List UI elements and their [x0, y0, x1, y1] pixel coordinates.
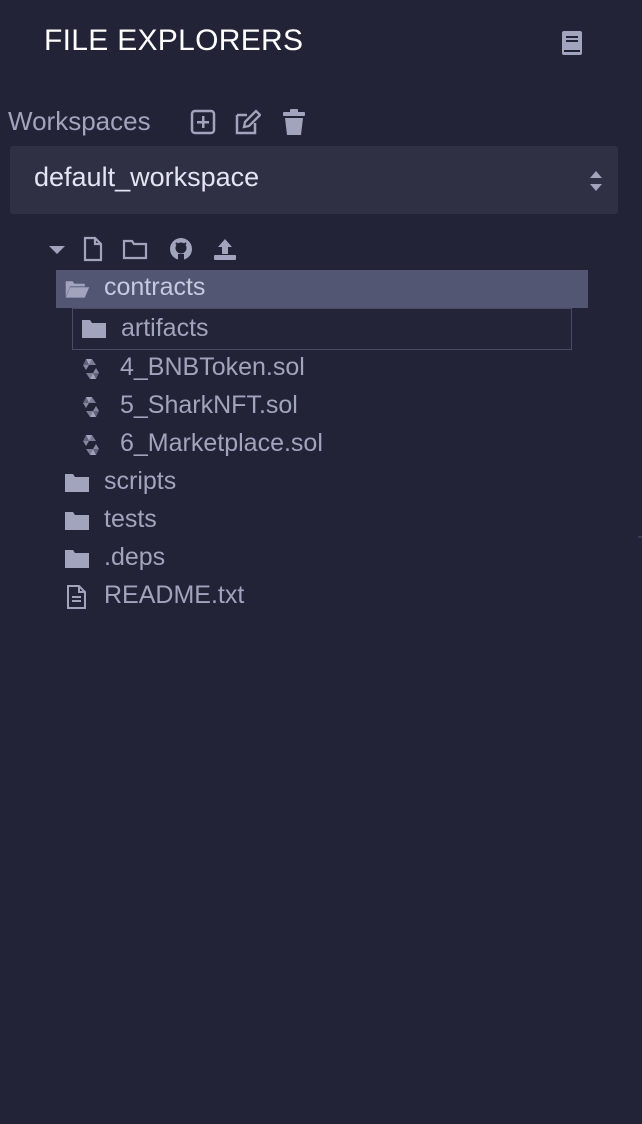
new-folder-icon[interactable] — [122, 236, 148, 262]
tree-label: 5_SharkNFT.sol — [120, 391, 298, 419]
tree-file-sol[interactable]: 5_SharkNFT.sol — [72, 388, 572, 426]
github-icon[interactable] — [168, 236, 194, 262]
edit-icon[interactable] — [233, 108, 261, 136]
tree-folder-tests[interactable]: tests — [56, 502, 588, 540]
upload-icon[interactable] — [212, 236, 238, 262]
tree-label: 4_BNBToken.sol — [120, 353, 305, 381]
folder-icon — [65, 512, 89, 530]
tree-folder-scripts[interactable]: scripts — [56, 464, 588, 502]
tree-label: README.txt — [104, 581, 245, 609]
tree-folder-artifacts[interactable]: artifacts — [72, 308, 572, 350]
folder-icon — [65, 550, 89, 568]
tree-label: contracts — [104, 273, 206, 301]
new-file-icon[interactable] — [80, 236, 106, 262]
tree-label: artifacts — [121, 314, 209, 342]
caret-down-icon[interactable] — [44, 236, 70, 262]
tree-file-readme[interactable]: README.txt — [56, 578, 588, 616]
tree-file-sol[interactable]: 6_Marketplace.sol — [72, 426, 572, 464]
file-explorer-panel: FILE EXPLORERS Workspaces default_worksp… — [0, 0, 642, 1124]
tree-label: tests — [104, 505, 157, 533]
panel-resize-handle[interactable] — [638, 536, 642, 538]
tree-folder-deps[interactable]: .deps — [56, 540, 588, 578]
solidity-icon — [83, 359, 99, 379]
folder-open-icon — [65, 281, 90, 298]
solidity-icon — [83, 397, 99, 417]
select-arrows-icon — [590, 171, 602, 191]
workspace-select-value: default_workspace — [34, 162, 260, 192]
trash-icon[interactable] — [280, 108, 308, 136]
tree-label: .deps — [104, 543, 166, 571]
workspaces-label: Workspaces — [8, 106, 151, 136]
text-file-icon — [67, 585, 86, 609]
workspace-select[interactable]: default_workspace — [10, 146, 618, 214]
tree-label: 6_Marketplace.sol — [120, 429, 323, 457]
panel-header: FILE EXPLORERS — [0, 0, 642, 88]
folder-icon — [65, 474, 89, 492]
solidity-icon — [83, 435, 99, 455]
tree-file-sol[interactable]: 4_BNBToken.sol — [72, 350, 572, 388]
panel-title: FILE EXPLORERS — [44, 24, 304, 57]
tree-folder-contracts[interactable]: contracts — [56, 270, 588, 308]
plus-square-icon[interactable] — [189, 108, 217, 136]
tree-label: scripts — [104, 467, 177, 495]
folder-icon — [82, 320, 106, 338]
book-icon[interactable] — [560, 30, 584, 56]
